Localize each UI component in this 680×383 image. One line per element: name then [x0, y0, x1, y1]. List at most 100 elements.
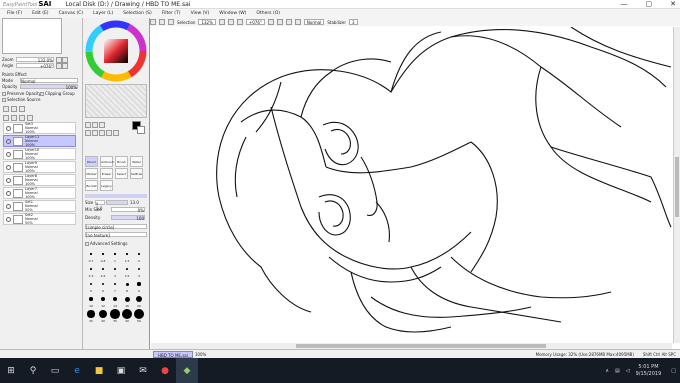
drawing-canvas[interactable]	[151, 26, 672, 343]
layer-item[interactable]: Layer8 Normal 100%	[3, 174, 76, 186]
angle-slider[interactable]: +076°	[16, 63, 54, 69]
blend-select[interactable]: Normal	[303, 19, 325, 25]
store-icon[interactable]: ▣	[110, 358, 132, 383]
menu-view[interactable]: View (V)	[191, 11, 210, 16]
document-tab[interactable]: HBD TO ME.sai	[153, 350, 193, 358]
brush-size-option[interactable]: 14	[109, 294, 121, 309]
zoom-in-icon[interactable]	[227, 19, 234, 25]
advanced-settings-toggle[interactable]: Advanced Settings	[85, 241, 127, 246]
eyedropper-icon[interactable]	[113, 130, 119, 136]
brush-size-option[interactable]: 10	[85, 294, 97, 309]
preserve-opacity-checkbox[interactable]: Preserve Opacity	[2, 91, 41, 96]
brush-size-option[interactable]: 5	[85, 279, 97, 294]
tool-button[interactable]: Airbrush	[100, 156, 114, 167]
hand-icon[interactable]	[106, 130, 112, 136]
layer-item[interactable]: Set1 Normal 50%	[3, 200, 76, 212]
scratchpad[interactable]	[85, 84, 147, 118]
eye-icon[interactable]	[6, 151, 11, 157]
zoom-out-icon[interactable]	[218, 19, 225, 25]
rotate-left-icon[interactable]	[267, 19, 274, 25]
opacity-slider[interactable]: 100%	[20, 84, 78, 90]
selection-checkbox[interactable]	[168, 19, 174, 25]
eye-icon[interactable]	[6, 177, 11, 183]
brush-size-option[interactable]: 1	[109, 249, 121, 264]
horizontal-scroll-thumb[interactable]	[296, 344, 546, 348]
density-slider[interactable]: 100	[111, 215, 145, 221]
navigator-preview[interactable]	[2, 18, 62, 54]
task-view-icon[interactable]: ▭	[44, 358, 66, 383]
new-folder-icon[interactable]	[19, 106, 25, 112]
windows-start-icon[interactable]: ⊞	[0, 358, 22, 383]
color-wheel[interactable]	[85, 20, 147, 82]
menu-edit[interactable]: Edit (E)	[32, 11, 49, 16]
minimize-button[interactable]: —	[621, 0, 628, 9]
sai-app-icon[interactable]: ◆	[176, 358, 198, 383]
tool-button[interactable]: Eraser	[100, 168, 113, 179]
layer-item[interactable]: Layer10 Normal 100%	[3, 148, 76, 160]
zoom-tool-icon[interactable]	[92, 130, 98, 136]
menu-selection[interactable]: Selection (S)	[123, 11, 152, 16]
menu-layer[interactable]: Layer (L)	[93, 11, 113, 16]
eye-icon[interactable]	[6, 164, 11, 170]
eye-icon[interactable]	[6, 216, 11, 222]
min-size-slider[interactable]: 0%	[111, 207, 145, 213]
menu-others[interactable]: Others (O)	[256, 11, 280, 16]
clipping-group-checkbox[interactable]: Clipping Group	[40, 91, 75, 96]
lasso-icon[interactable]	[92, 122, 98, 128]
rotate-cw-icon[interactable]	[62, 62, 68, 69]
menu-canvas[interactable]: Canvas (C)	[59, 11, 84, 16]
clock[interactable]: 5:01 PM 9/15/2019	[636, 364, 662, 378]
invert-selection-icon[interactable]	[159, 19, 165, 25]
tool-button[interactable]: Water	[130, 156, 143, 167]
tool-button[interactable]: Pencil	[85, 156, 98, 167]
size-multiplier[interactable]: x 1.0	[95, 200, 105, 211]
brush-size-option[interactable]: 50	[133, 309, 145, 324]
menu-window[interactable]: Window (W)	[219, 11, 246, 16]
tool-button[interactable]: Legacy Pen	[100, 180, 113, 199]
vertical-scroll-thumb[interactable]	[675, 157, 679, 217]
layer-item[interactable]: Layer7 Normal 100%	[3, 187, 76, 199]
brush-size-option[interactable]: 3	[109, 264, 121, 279]
network-icon[interactable]: ▤	[615, 368, 620, 374]
brush-size-option[interactable]: 40	[121, 309, 133, 324]
eye-icon[interactable]	[6, 203, 11, 209]
eye-icon[interactable]	[6, 190, 11, 196]
tool-button[interactable]: SelEras	[130, 168, 143, 179]
menu-filter[interactable]: Filter (T)	[162, 11, 181, 16]
move-icon[interactable]	[85, 130, 91, 136]
brush-size-option[interactable]: 16	[121, 294, 133, 309]
notification-icon[interactable]: □	[671, 368, 676, 374]
brush-size-option[interactable]: 8	[121, 279, 133, 294]
brush-size-option[interactable]: 7	[109, 279, 121, 294]
search-icon[interactable]: ⚲	[22, 358, 44, 383]
vertical-scrollbar[interactable]	[673, 27, 680, 343]
brush-shape-select[interactable]: [simple circle]	[85, 224, 147, 230]
brush-size-option[interactable]: 0.8	[97, 249, 109, 264]
selection-source-checkbox[interactable]: Selection Source	[2, 97, 40, 102]
layer-item[interactable]: Set3 Normal 100%	[3, 122, 76, 134]
chrome-icon[interactable]: ●	[154, 358, 176, 383]
merge-layer-icon[interactable]	[11, 115, 17, 121]
menu-file[interactable]: File (F)	[7, 11, 22, 16]
eye-icon[interactable]	[6, 138, 11, 144]
edge-icon[interactable]: e	[66, 358, 88, 383]
layer-item[interactable]: Layer9 Normal 100%	[3, 161, 76, 173]
tool-button[interactable]: Marker	[85, 168, 98, 179]
brush-size-option[interactable]: 2	[133, 249, 145, 264]
brush-size-option[interactable]: 35	[109, 309, 121, 324]
stabilizer-select[interactable]: 3	[349, 19, 358, 25]
brush-size-option[interactable]: 20	[133, 294, 145, 309]
brush-preset-bar[interactable]	[85, 194, 147, 198]
rotate-tool-icon[interactable]	[99, 130, 105, 136]
angle-field[interactable]: +076°	[245, 19, 265, 25]
trash-icon[interactable]	[27, 115, 33, 121]
brush-size-option[interactable]: 25	[85, 309, 97, 324]
zoom-reset-icon[interactable]	[236, 19, 243, 25]
mode-select[interactable]: Normal	[20, 78, 78, 84]
brush-size-option[interactable]: 1.5	[121, 249, 133, 264]
brush-size-option[interactable]: 9	[133, 279, 145, 294]
brush-size-option[interactable]: 2.3	[85, 264, 97, 279]
file-explorer-icon[interactable]: ■	[88, 358, 110, 383]
brush-size-option[interactable]: 4	[133, 264, 145, 279]
brush-size-option[interactable]: 3.5	[121, 264, 133, 279]
